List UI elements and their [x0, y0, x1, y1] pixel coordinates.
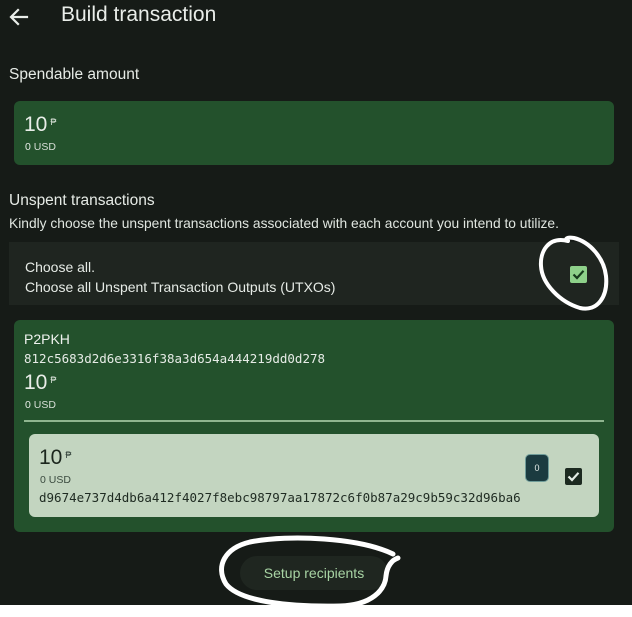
account-address: 812c5683d2d6e3316f38a3d654a444219dd0d278 [24, 351, 326, 366]
arrow-left-icon [9, 8, 29, 26]
account-amount: 10 [24, 371, 48, 394]
spendable-fiat-currency: USD [33, 141, 56, 153]
build-transaction-screen: Build transaction Spendable amount 10 ₱ 0… [0, 0, 632, 605]
utxo-item[interactable]: 10 ₱ 0 USD d9674e737d4db6a412f4027f8ebc98… [29, 434, 599, 517]
utxo-amount: 10 [39, 446, 63, 469]
utxo-fiat-currency: USD [48, 474, 71, 486]
spendable-amount-card: 10 ₱ 0 USD [14, 101, 614, 165]
page-title: Build transaction [61, 3, 217, 26]
utxo-index-badge: 0 [525, 454, 549, 482]
coin-symbol: ₱ [65, 449, 72, 460]
account-type: P2PKH [24, 331, 70, 347]
unspent-transactions-heading: Unspent transactions [9, 192, 155, 209]
divider [24, 420, 604, 422]
account-fiat: 0 USD [25, 399, 56, 411]
setup-recipients-button[interactable]: Setup recipients [240, 556, 388, 590]
choose-all-subtitle: Choose all Unspent Transaction Outputs (… [25, 279, 336, 295]
choose-all-row[interactable]: Choose all. Choose all Unspent Transacti… [9, 242, 619, 305]
coin-symbol: ₱ [50, 374, 57, 385]
choose-all-checkbox[interactable] [570, 266, 587, 283]
utxo-fiat-value: 0 [40, 474, 46, 486]
spendable-fiat: 0 USD [25, 141, 56, 153]
check-icon [572, 270, 585, 280]
utxo-fiat: 0 USD [40, 474, 71, 486]
back-button[interactable] [8, 6, 30, 28]
unspent-hint: Kindly choose the unspent transactions a… [9, 216, 559, 231]
spendable-amount-heading: Spendable amount [9, 66, 140, 83]
utxo-checkbox[interactable] [565, 468, 582, 485]
account-fiat-value: 0 [25, 399, 31, 411]
account-card: P2PKH 812c5683d2d6e3316f38a3d654a444219d… [14, 320, 614, 532]
spendable-amount-value: 10 [24, 113, 48, 136]
spendable-fiat-value: 0 [25, 141, 31, 153]
choose-all-title: Choose all. [25, 259, 96, 275]
utxo-txid: d9674e737d4db6a412f4027f8ebc98797aa17872… [39, 490, 521, 505]
coin-symbol: ₱ [50, 116, 57, 127]
account-fiat-currency: USD [33, 399, 56, 411]
check-icon [567, 472, 580, 482]
